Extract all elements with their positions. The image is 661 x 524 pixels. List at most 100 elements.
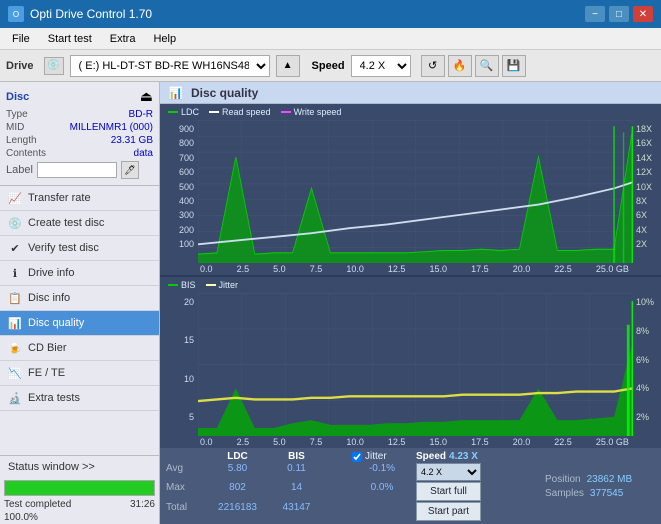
total-label: Total bbox=[166, 502, 206, 521]
start-part-button[interactable]: Start part bbox=[416, 502, 481, 521]
eject-button[interactable]: ▲ bbox=[276, 55, 300, 77]
save-button[interactable]: 💾 bbox=[502, 55, 526, 77]
chart2-svg bbox=[198, 293, 633, 436]
maximize-button[interactable]: □ bbox=[609, 6, 629, 22]
disc-quality-title: Disc quality bbox=[191, 86, 258, 100]
charts-area: LDC Read speed Write speed 900800700600 … bbox=[160, 104, 661, 448]
total-empty bbox=[328, 502, 348, 521]
avg-jitter: -0.1% bbox=[352, 463, 412, 481]
drive-info-icon: ℹ bbox=[8, 266, 22, 280]
minimize-button[interactable]: − bbox=[585, 6, 605, 22]
disc-title: Disc bbox=[6, 91, 29, 103]
scan-button[interactable]: 🔍 bbox=[475, 55, 499, 77]
status-window-button[interactable]: Status window >> bbox=[0, 456, 159, 478]
menu-extra[interactable]: Extra bbox=[102, 31, 144, 47]
length-value: 23.31 GB bbox=[111, 135, 153, 146]
sidebar-item-drive-info[interactable]: ℹ Drive info bbox=[0, 261, 159, 286]
jitter-legend-dot bbox=[206, 284, 216, 286]
max-jitter: 0.0% bbox=[352, 482, 412, 501]
ldc-header: LDC bbox=[210, 451, 265, 462]
jitter-header-label: Jitter bbox=[365, 451, 387, 462]
sidebar-item-fe-te[interactable]: 📉 FE / TE bbox=[0, 361, 159, 386]
bis-header: BIS bbox=[269, 451, 324, 462]
refresh-button[interactable]: ↺ bbox=[421, 55, 445, 77]
ldc-legend-label: LDC bbox=[181, 107, 199, 117]
sidebar-item-disc-info[interactable]: 📋 Disc info bbox=[0, 286, 159, 311]
nav-label-drive-info: Drive info bbox=[28, 267, 74, 279]
sidebar-item-disc-quality[interactable]: 📊 Disc quality bbox=[0, 311, 159, 336]
max-label: Max bbox=[166, 482, 206, 501]
jitter-legend: Jitter bbox=[206, 280, 239, 290]
jitter-checkbox[interactable]: Jitter bbox=[352, 451, 412, 462]
sidebar-item-cd-bier[interactable]: 🍺 CD Bier bbox=[0, 336, 159, 361]
disc-info-icon: 📋 bbox=[8, 291, 22, 305]
read-speed-legend-label: Read speed bbox=[222, 107, 271, 117]
bis-legend-dot bbox=[168, 284, 178, 286]
mid-value: MILLENMR1 (000) bbox=[70, 122, 153, 133]
disc-eject-icon[interactable]: ⏏ bbox=[140, 88, 153, 105]
progress-label: 100.0% bbox=[4, 512, 38, 523]
menu-start-test[interactable]: Start test bbox=[40, 31, 100, 47]
speed-select[interactable]: 4.2 X bbox=[351, 55, 411, 77]
avg-ldc: 5.80 bbox=[210, 463, 265, 481]
chart1-container: LDC Read speed Write speed 900800700600 … bbox=[160, 104, 661, 275]
chart2-legend: BIS Jitter bbox=[160, 277, 661, 293]
speed-header-label: Speed bbox=[416, 451, 446, 462]
speed-header-row: Speed 4.23 X bbox=[416, 451, 481, 462]
content-area: 📊 Disc quality LDC Read speed bbox=[160, 82, 661, 524]
title-bar: O Opti Drive Control 1.70 − □ ✕ bbox=[0, 0, 661, 28]
jitter-legend-label: Jitter bbox=[219, 280, 239, 290]
label-set-button[interactable]: 🖊 bbox=[121, 161, 139, 179]
disc-quality-header-icon: 📊 bbox=[168, 86, 183, 100]
transfer-rate-icon: 📈 bbox=[8, 191, 22, 205]
stats-empty bbox=[166, 451, 206, 462]
chart2-container: BIS Jitter 2015105 bbox=[160, 275, 661, 448]
stats-bar: LDC BIS Jitter Speed 4.23 X Avg 5.80 0.1… bbox=[160, 448, 661, 524]
jitter-check[interactable] bbox=[352, 452, 362, 462]
avg-label: Avg bbox=[166, 463, 206, 481]
status-text-row: Test completed 31:26 bbox=[0, 498, 159, 511]
chart1-x-axis: 0.02.55.07.510.0 12.515.017.520.022.525.… bbox=[198, 263, 633, 275]
verify-test-disc-icon: ✔ bbox=[8, 241, 22, 255]
nav-label-verify-test-disc: Verify test disc bbox=[28, 242, 99, 254]
menu-file[interactable]: File bbox=[4, 31, 38, 47]
chart2-x-axis: 0.02.55.07.510.0 12.515.017.520.022.525.… bbox=[198, 436, 633, 448]
window-controls: − □ ✕ bbox=[585, 6, 653, 22]
menu-help[interactable]: Help bbox=[145, 31, 184, 47]
max-empty bbox=[328, 482, 348, 501]
avg-empty bbox=[328, 463, 348, 481]
sidebar-item-extra-tests[interactable]: 🔬 Extra tests bbox=[0, 386, 159, 411]
sidebar-item-transfer-rate[interactable]: 📈 Transfer rate bbox=[0, 186, 159, 211]
status-window-label: Status window >> bbox=[8, 461, 95, 473]
progress-text-row: 100.0% bbox=[0, 511, 159, 524]
contents-value: data bbox=[134, 148, 153, 159]
sidebar-item-verify-test-disc[interactable]: ✔ Verify test disc bbox=[0, 236, 159, 261]
disc-quality-header: 📊 Disc quality bbox=[160, 82, 661, 104]
avg-bis: 0.11 bbox=[269, 463, 324, 481]
length-label: Length bbox=[6, 135, 37, 146]
speed-select-stats[interactable]: 4.2 X bbox=[416, 463, 481, 481]
read-speed-legend-dot bbox=[209, 111, 219, 113]
chart1-inner: 900800700600 500400300200100 bbox=[160, 120, 661, 263]
read-speed-legend: Read speed bbox=[209, 107, 271, 117]
label-input[interactable] bbox=[37, 162, 117, 178]
create-test-disc-icon: 💿 bbox=[8, 216, 22, 230]
nav-label-transfer-rate: Transfer rate bbox=[28, 192, 91, 204]
close-button[interactable]: ✕ bbox=[633, 6, 653, 22]
drive-label: Drive bbox=[6, 60, 34, 72]
speed-val: 4.23 X bbox=[449, 451, 478, 462]
drive-select[interactable]: ( E:) HL-DT-ST BD-RE WH16NS48 1.D3 bbox=[70, 55, 270, 77]
start-full-button[interactable]: Start full bbox=[416, 482, 481, 501]
label-label: Label bbox=[6, 164, 33, 176]
disc-panel: Disc ⏏ Type BD-R MID MILLENMR1 (000) Len… bbox=[0, 82, 159, 186]
chart2-y-right: 10%8%6%4%2% bbox=[633, 293, 661, 436]
speed-label: Speed bbox=[312, 60, 345, 72]
bis-legend-label: BIS bbox=[181, 280, 196, 290]
stats-empty2 bbox=[328, 451, 348, 462]
app-title: Opti Drive Control 1.70 bbox=[30, 7, 152, 21]
max-ldc: 802 bbox=[210, 482, 265, 501]
burn-button[interactable]: 🔥 bbox=[448, 55, 472, 77]
chart1-y-left: 900800700600 500400300200100 bbox=[160, 120, 198, 263]
samples-label: Samples bbox=[545, 488, 584, 499]
sidebar-item-create-test-disc[interactable]: 💿 Create test disc bbox=[0, 211, 159, 236]
